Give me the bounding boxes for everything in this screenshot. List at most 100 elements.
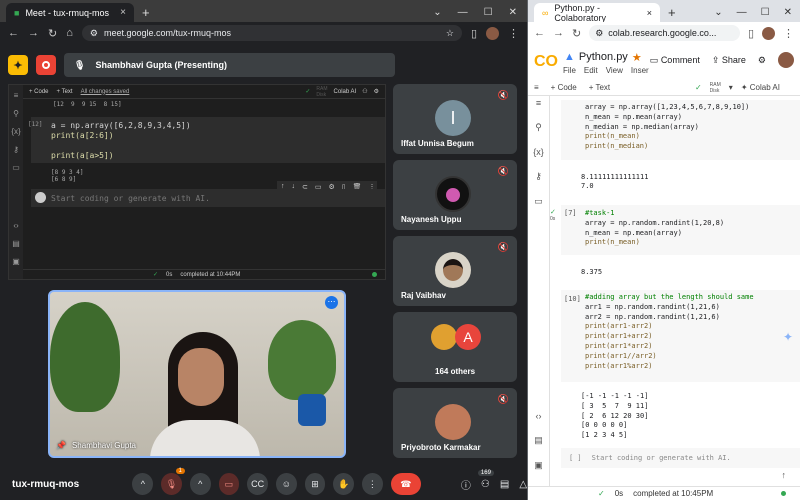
people-button[interactable]: 169 ⚇: [477, 469, 494, 490]
terminal-icon[interactable]: ▤: [534, 435, 543, 446]
close-tab-icon[interactable]: ×: [647, 8, 652, 18]
code-line: print(n_median): [585, 142, 649, 151]
presented-status-time: 0s: [166, 271, 173, 278]
menu-insert[interactable]: Inser: [631, 66, 649, 75]
gear-icon[interactable]: ⚙: [758, 55, 766, 66]
menu-file[interactable]: File: [563, 66, 576, 75]
minimize-icon[interactable]: —: [737, 7, 747, 18]
chevron-down-icon[interactable]: ▾: [729, 83, 733, 92]
participant-name: Priyobroto Karmakar: [401, 443, 481, 452]
back-icon[interactable]: ←: [8, 27, 19, 39]
menu-view[interactable]: View: [606, 66, 623, 75]
self-video-tile[interactable]: ⋯ 📌 Shambhavi Gupta: [48, 290, 346, 458]
people-icon: ⚇: [362, 89, 368, 95]
mic-off-icon: 🔇: [497, 166, 509, 176]
reload-icon[interactable]: ↻: [48, 27, 57, 40]
participant-tile[interactable]: 🔇 Raj Vaibhav: [393, 236, 517, 306]
terminal-icon: ▤: [12, 239, 20, 248]
site-info-icon[interactable]: ⚙: [595, 28, 603, 39]
maximize-icon[interactable]: ☐: [761, 7, 770, 18]
variables-icon[interactable]: {x}: [533, 147, 544, 157]
menu-kebab-icon[interactable]: ⋮: [783, 27, 794, 40]
activities-icon[interactable]: △: [519, 479, 527, 490]
console-icon[interactable]: ▣: [534, 460, 543, 471]
mic-off-icon: 🔇: [497, 394, 509, 404]
activities-icon[interactable]: ✦: [8, 55, 28, 75]
minimize-icon[interactable]: —: [458, 7, 468, 18]
menu-icon[interactable]: ≡: [534, 83, 539, 92]
colab-status-bar: ✓ 0s completed at 10:45PM: [528, 486, 800, 500]
chevron-up-icon[interactable]: ^: [189, 473, 211, 495]
url-field[interactable]: ⚙ meet.google.com/tux-rmuq-mos ☆: [81, 25, 462, 41]
profile-avatar[interactable]: [486, 26, 499, 40]
add-code-button[interactable]: + Code: [551, 83, 577, 92]
share-label: Share: [721, 54, 746, 65]
close-window-icon[interactable]: ✕: [509, 7, 517, 18]
mic-toggle-button[interactable]: 🎙 1: [161, 468, 185, 495]
camera-toggle-button[interactable]: ▭: [218, 473, 240, 495]
colab-tab[interactable]: ∞ Python.py - Colaboratory ×: [534, 3, 660, 23]
chevron-down-icon[interactable]: ⌄: [433, 7, 441, 18]
menu-kebab-icon[interactable]: ⋮: [508, 27, 519, 40]
recording-icon[interactable]: [36, 55, 56, 75]
participant-tile[interactable]: 🔇 Priyobroto Karmakar: [393, 388, 517, 458]
share-button[interactable]: ⇪ Share: [712, 55, 746, 66]
more-options-icon[interactable]: ⋯: [325, 296, 338, 309]
code-cell[interactable]: array = np.array([1,23,4,5,6,7,8,9,10]) …: [561, 100, 800, 160]
more-options-button[interactable]: ⋮: [362, 473, 383, 495]
empty-code-cell[interactable]: [ ] Start coding or generate with AI.: [561, 448, 800, 468]
participant-tile[interactable]: A 164 others: [393, 312, 517, 382]
code-cell[interactable]: [7] #task-1 array = np.random.randint(1,…: [561, 205, 800, 255]
close-tab-icon[interactable]: ×: [120, 7, 126, 18]
reload-icon[interactable]: ↻: [572, 27, 581, 40]
resource-monitor[interactable]: RAM Disk: [710, 82, 721, 94]
back-icon[interactable]: ←: [534, 27, 545, 39]
drive-icon: ▲: [564, 51, 575, 63]
meet-tab[interactable]: ■ Meet - tux-rmuq-mos ×: [6, 3, 134, 22]
colab-ai-button[interactable]: ✦ Colab AI: [741, 83, 780, 92]
home-icon[interactable]: ⌂: [66, 27, 73, 39]
key-icon[interactable]: ⚷: [535, 171, 542, 182]
search-icon[interactable]: ⚲: [535, 122, 542, 133]
ai-sparkle-icon[interactable]: ✦: [783, 330, 793, 344]
colab-ai-label: Colab AI: [333, 88, 357, 95]
star-icon[interactable]: ★: [632, 51, 642, 64]
url-field[interactable]: ⚙ colab.research.google.co...: [589, 25, 740, 41]
sidepanel-icon[interactable]: ▯: [471, 27, 477, 40]
code-cell[interactable]: [10] #adding array but the length should…: [561, 290, 800, 382]
site-info-icon[interactable]: ⚙: [90, 28, 98, 39]
new-tab-icon[interactable]: +: [668, 5, 676, 20]
new-tab-icon[interactable]: +: [142, 5, 150, 20]
forward-icon[interactable]: →: [553, 27, 564, 39]
code-icon[interactable]: ‹›: [536, 411, 542, 421]
bookmark-star-icon[interactable]: ☆: [446, 28, 454, 39]
participant-tile[interactable]: 🔇 I Iffat Unnisa Begum: [393, 84, 517, 154]
add-text-button[interactable]: + Text: [589, 83, 610, 92]
chat-icon[interactable]: ▤: [500, 479, 509, 490]
comment-button[interactable]: ▭ Comment: [650, 55, 700, 66]
emoji-button[interactable]: ☺: [275, 473, 297, 495]
close-window-icon[interactable]: ✕: [784, 7, 792, 18]
pin-icon[interactable]: 📌: [56, 441, 66, 450]
file-name[interactable]: Python.py: [579, 51, 628, 63]
info-icon[interactable]: ⓘ: [461, 477, 471, 492]
leave-call-button[interactable]: ☎: [390, 473, 421, 495]
chevron-up-icon[interactable]: ^: [132, 473, 154, 495]
toc-icon[interactable]: ≡: [536, 98, 541, 108]
presented-toolbar: + Code + Text All changes saved ✓ RAM Dis…: [23, 85, 385, 99]
blue-pot: [298, 394, 326, 426]
folder-icon[interactable]: ▭: [534, 196, 543, 207]
participant-tile[interactable]: 🔇 Nayanesh Uppu: [393, 160, 517, 230]
captions-button[interactable]: CC: [247, 473, 268, 495]
profile-avatar[interactable]: [762, 26, 775, 40]
sidepanel-icon[interactable]: ▯: [748, 27, 754, 40]
menu-edit[interactable]: Edit: [584, 66, 598, 75]
present-button[interactable]: ⊞: [304, 473, 326, 495]
maximize-icon[interactable]: ☐: [484, 7, 493, 18]
meet-tab-bar: ■ Meet - tux-rmuq-mos × + ⌄ — ☐ ✕: [0, 0, 527, 22]
chevron-down-icon[interactable]: ⌄: [714, 7, 722, 18]
arrow-up-icon[interactable]: ↑: [782, 470, 787, 480]
raise-hand-button[interactable]: ✋: [333, 473, 355, 495]
forward-icon[interactable]: →: [28, 27, 39, 39]
user-avatar[interactable]: [778, 52, 794, 68]
